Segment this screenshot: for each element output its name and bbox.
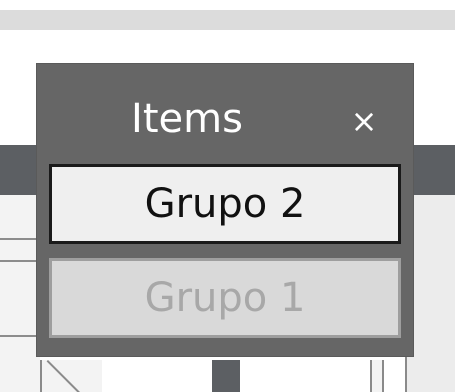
item-grupo-2-button[interactable]: Grupo 2 <box>49 164 401 244</box>
game-screen: Items × Grupo 2 Grupo 1 <box>0 0 455 392</box>
item-label: Grupo 1 <box>144 275 306 321</box>
items-popup: Items × Grupo 2 Grupo 1 <box>37 64 413 356</box>
background-bottom-right <box>370 360 384 392</box>
background-rails <box>0 238 40 370</box>
top-bar <box>0 10 455 30</box>
popup-title: Items <box>131 96 243 142</box>
close-icon[interactable]: × <box>342 99 386 143</box>
popup-header: Items × <box>37 64 413 159</box>
item-grupo-1-button[interactable]: Grupo 1 <box>49 258 401 338</box>
item-label: Grupo 2 <box>144 181 306 227</box>
background-post <box>212 360 240 392</box>
background-bottom-left <box>40 360 102 392</box>
